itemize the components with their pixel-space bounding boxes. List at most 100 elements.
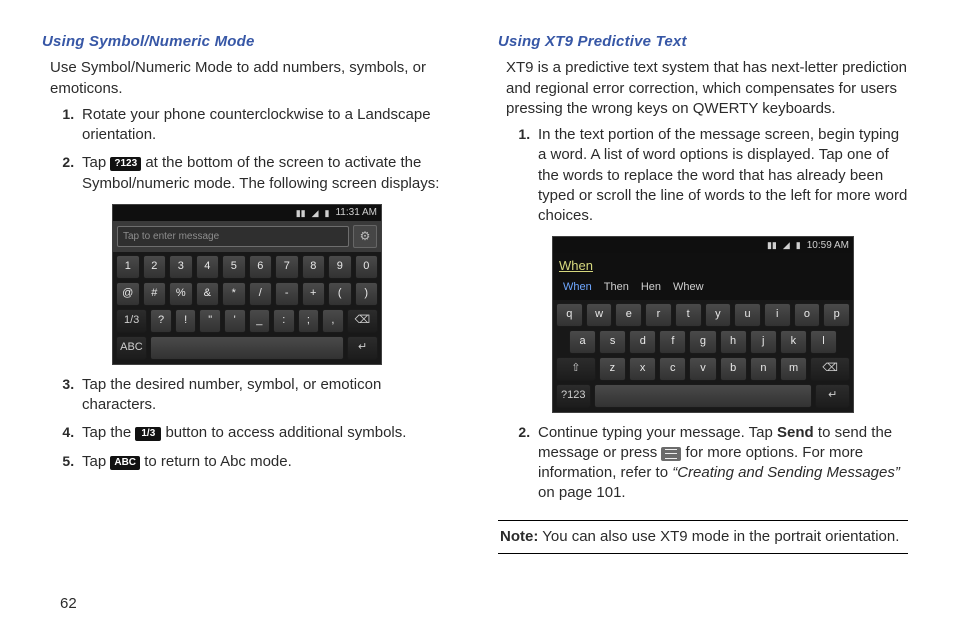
data-icon: ◢ bbox=[783, 239, 790, 251]
step-4: Tap the 1/3 button to access additional … bbox=[78, 423, 452, 443]
cross-reference: “Creating and Sending Messages” bbox=[672, 464, 900, 481]
key[interactable]: # bbox=[143, 282, 167, 306]
key[interactable]: x bbox=[629, 357, 656, 381]
return-key[interactable]: ↵ bbox=[347, 336, 378, 360]
key[interactable]: k bbox=[780, 330, 807, 354]
note-block: Note: You can also use XT9 mode in the p… bbox=[498, 520, 908, 554]
key[interactable]: o bbox=[794, 303, 821, 327]
key[interactable]: - bbox=[275, 282, 299, 306]
heading-xt9: Using XT9 Predictive Text bbox=[498, 32, 908, 52]
key[interactable]: @ bbox=[116, 282, 140, 306]
key[interactable]: / bbox=[249, 282, 273, 306]
key[interactable]: g bbox=[689, 330, 716, 354]
key[interactable]: + bbox=[302, 282, 326, 306]
intro-left: Use Symbol/Numeric Mode to add numbers, … bbox=[50, 58, 452, 99]
key[interactable]: ( bbox=[328, 282, 352, 306]
key[interactable]: b bbox=[720, 357, 747, 381]
key[interactable]: 0 bbox=[355, 255, 379, 279]
onethird-icon: 1/3 bbox=[135, 427, 161, 441]
prediction-bar: When Then Hen Whew bbox=[553, 277, 853, 300]
key[interactable]: 8 bbox=[302, 255, 326, 279]
step-5: Tap ABC to return to Abc mode. bbox=[78, 452, 452, 472]
key[interactable]: , bbox=[322, 309, 344, 333]
key[interactable]: v bbox=[689, 357, 716, 381]
step-r2-a: Continue typing your message. Tap bbox=[538, 424, 777, 441]
key[interactable]: ' bbox=[224, 309, 246, 333]
menu-icon bbox=[661, 447, 681, 461]
backspace-key[interactable]: ⌫ bbox=[347, 309, 378, 333]
key[interactable]: ? bbox=[150, 309, 172, 333]
page-number: 62 bbox=[60, 594, 77, 614]
key[interactable]: : bbox=[273, 309, 295, 333]
status-bar: ▮▮ ◢ ▮ 11:31 AM bbox=[113, 205, 381, 221]
prediction[interactable]: Then bbox=[604, 280, 629, 295]
key[interactable]: 2 bbox=[143, 255, 167, 279]
123-key[interactable]: ?123 bbox=[556, 384, 591, 408]
space-key[interactable] bbox=[594, 384, 813, 408]
key[interactable]: j bbox=[750, 330, 777, 354]
key[interactable]: w bbox=[586, 303, 613, 327]
key[interactable]: 7 bbox=[275, 255, 299, 279]
typed-word[interactable]: When bbox=[553, 253, 853, 277]
qwerty-keyboard: q w e r t y u i o p a s d f g h bbox=[553, 300, 853, 412]
shift-key[interactable]: ⇧ bbox=[556, 357, 596, 381]
screenshot-xt9-keyboard: ▮▮ ◢ ▮ 10:59 AM When When Then Hen Whew … bbox=[552, 236, 854, 412]
gear-button[interactable]: ⚙ bbox=[353, 225, 377, 248]
key[interactable]: _ bbox=[249, 309, 271, 333]
key[interactable]: e bbox=[615, 303, 642, 327]
prediction[interactable]: Whew bbox=[673, 280, 704, 295]
key[interactable]: f bbox=[659, 330, 686, 354]
steps-right: In the text portion of the message scree… bbox=[498, 125, 908, 226]
page-key[interactable]: 1/3 bbox=[116, 309, 147, 333]
key[interactable]: l bbox=[810, 330, 837, 354]
key[interactable]: ) bbox=[355, 282, 379, 306]
step-r2-d: on page 101. bbox=[538, 484, 626, 501]
key[interactable]: s bbox=[599, 330, 626, 354]
key[interactable]: 5 bbox=[222, 255, 246, 279]
key[interactable]: p bbox=[823, 303, 850, 327]
gear-icon: ⚙ bbox=[360, 228, 371, 244]
key[interactable]: n bbox=[750, 357, 777, 381]
step-5-pre: Tap bbox=[82, 453, 110, 470]
data-icon: ◢ bbox=[312, 207, 319, 219]
message-input[interactable]: Tap to enter message bbox=[117, 226, 349, 248]
key[interactable]: y bbox=[705, 303, 732, 327]
key[interactable]: ! bbox=[175, 309, 197, 333]
key[interactable]: u bbox=[734, 303, 761, 327]
screenshot-symbol-keyboard: ▮▮ ◢ ▮ 11:31 AM Tap to enter message ⚙ 1… bbox=[112, 204, 382, 365]
key[interactable]: * bbox=[222, 282, 246, 306]
battery-icon: ▮ bbox=[325, 207, 330, 219]
key[interactable]: i bbox=[764, 303, 791, 327]
space-key[interactable] bbox=[150, 336, 344, 360]
key[interactable]: t bbox=[675, 303, 702, 327]
key[interactable]: c bbox=[659, 357, 686, 381]
status-time: 10:59 AM bbox=[807, 239, 849, 253]
prediction[interactable]: When bbox=[563, 280, 592, 295]
key[interactable]: d bbox=[629, 330, 656, 354]
key[interactable]: a bbox=[569, 330, 596, 354]
key[interactable]: m bbox=[780, 357, 807, 381]
battery-icon: ▮ bbox=[796, 239, 801, 251]
key[interactable]: 9 bbox=[328, 255, 352, 279]
key[interactable]: " bbox=[199, 309, 221, 333]
key[interactable]: % bbox=[169, 282, 193, 306]
key[interactable]: z bbox=[599, 357, 626, 381]
message-box: Tap to enter message ⚙ bbox=[113, 221, 381, 252]
left-column: Using Symbol/Numeric Mode Use Symbol/Num… bbox=[42, 32, 452, 554]
backspace-key[interactable]: ⌫ bbox=[810, 357, 850, 381]
key[interactable]: r bbox=[645, 303, 672, 327]
key[interactable]: & bbox=[196, 282, 220, 306]
heading-symbol-mode: Using Symbol/Numeric Mode bbox=[42, 32, 452, 52]
step-r1: In the text portion of the message scree… bbox=[534, 125, 908, 226]
abc-key[interactable]: ABC bbox=[116, 336, 147, 360]
key[interactable]: 6 bbox=[249, 255, 273, 279]
key[interactable]: h bbox=[720, 330, 747, 354]
page: Using Symbol/Numeric Mode Use Symbol/Num… bbox=[0, 0, 954, 572]
key[interactable]: q bbox=[556, 303, 583, 327]
key[interactable]: 3 bbox=[169, 255, 193, 279]
key[interactable]: 4 bbox=[196, 255, 220, 279]
key[interactable]: 1 bbox=[116, 255, 140, 279]
key[interactable]: ; bbox=[298, 309, 320, 333]
prediction[interactable]: Hen bbox=[641, 280, 661, 295]
return-key[interactable]: ↵ bbox=[815, 384, 850, 408]
